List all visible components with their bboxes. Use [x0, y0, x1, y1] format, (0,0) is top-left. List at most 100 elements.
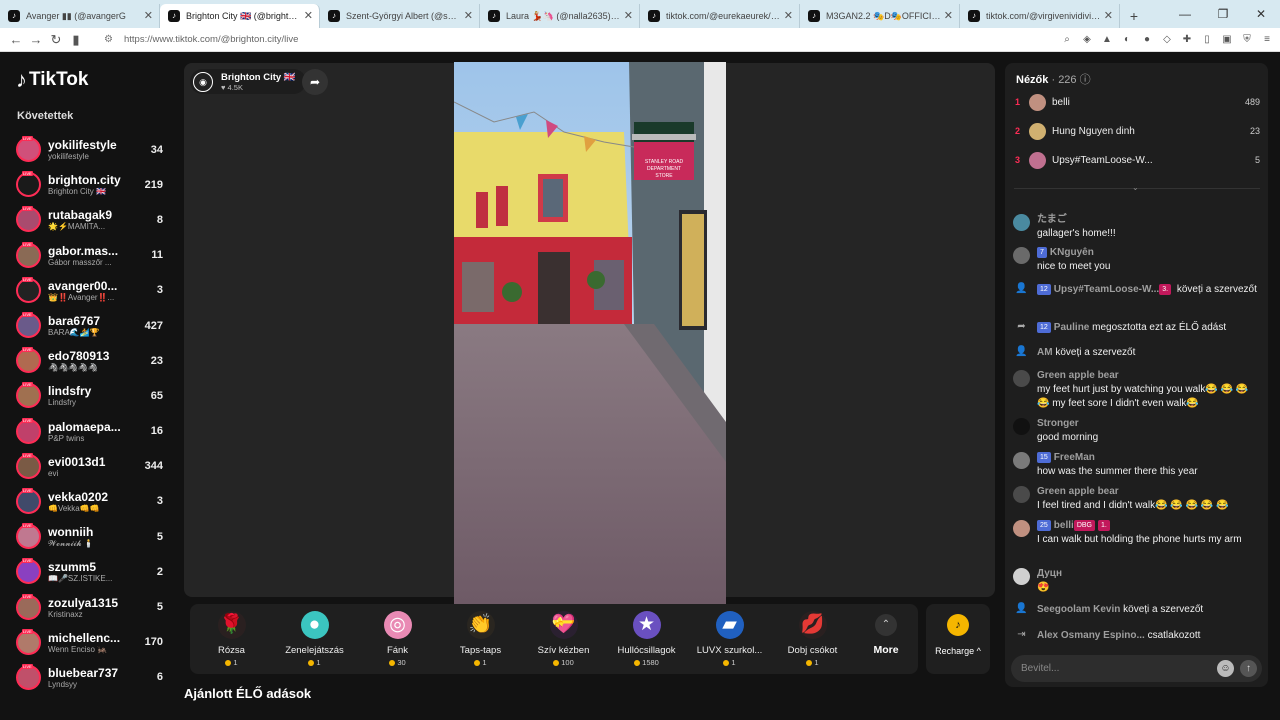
- following-name[interactable]: szumm5: [48, 560, 135, 574]
- tab-close-icon[interactable]: ✕: [944, 9, 953, 22]
- avatar[interactable]: LIVE: [16, 523, 41, 550]
- tab-close-icon[interactable]: ✕: [784, 9, 793, 22]
- message-user[interactable]: Stronger: [1037, 418, 1079, 429]
- following-item[interactable]: LIVE bara6767 BARA🌊🏄🏆 427: [16, 308, 163, 343]
- gift-item[interactable]: ◎ Fánk 30: [356, 604, 439, 674]
- gift-icon[interactable]: ◎: [383, 611, 412, 639]
- avatar[interactable]: [1013, 418, 1030, 435]
- host-info[interactable]: ◉ Brighton City 🇬🇧 ♥ 4.5K: [190, 69, 306, 94]
- tiktok-logo[interactable]: ♪ TikTok: [16, 66, 175, 94]
- avatar[interactable]: [1013, 568, 1030, 585]
- emoji-icon[interactable]: ☺: [1217, 660, 1234, 677]
- following-item[interactable]: LIVE zozulya1315 Kristinaxz 5: [16, 589, 163, 624]
- chat-input[interactable]: [1021, 663, 1217, 674]
- host-name[interactable]: Brighton City 🇬🇧: [221, 72, 296, 83]
- following-item[interactable]: LIVE palomaepa... P&P twins 16: [16, 414, 163, 449]
- following-name[interactable]: avanger00...: [48, 279, 135, 293]
- puzzle-icon[interactable]: ✚: [1180, 33, 1194, 47]
- gift-icon[interactable]: ●: [300, 611, 329, 639]
- sidebar-icon[interactable]: ▯: [1200, 33, 1214, 47]
- gift-icon[interactable]: ★: [632, 611, 661, 639]
- brave-shield-icon[interactable]: ◈: [1080, 33, 1094, 47]
- gift-item[interactable]: ● Zenelejátszás 1: [273, 604, 356, 674]
- live-video[interactable]: STANLEY ROAD DEPARTMENT STORE: [454, 62, 726, 604]
- avatar[interactable]: LIVE: [16, 382, 41, 409]
- top-viewer-name[interactable]: belli: [1052, 97, 1245, 108]
- site-info-icon[interactable]: ⚙: [104, 34, 118, 45]
- menu-icon[interactable]: ≡: [1260, 33, 1274, 47]
- tab-close-icon[interactable]: ✕: [304, 9, 313, 22]
- following-name[interactable]: rutabagak9: [48, 208, 135, 222]
- message-user[interactable]: Seegoolam Kevin: [1037, 604, 1120, 615]
- avatar[interactable]: LIVE: [16, 593, 41, 620]
- gift-item[interactable]: 💋 Dobj csókot 1: [771, 604, 854, 674]
- message-user[interactable]: Green apple bear: [1037, 370, 1119, 381]
- message-user[interactable]: belli: [1054, 520, 1074, 531]
- following-item[interactable]: LIVE brighton.city Brighton City 🇬🇧 219: [16, 167, 163, 202]
- send-icon[interactable]: ↑: [1240, 660, 1257, 677]
- following-name[interactable]: lindsfry: [48, 384, 135, 398]
- gift-icon[interactable]: 🌹: [217, 611, 246, 639]
- more-gifts[interactable]: ⌃ More: [854, 604, 918, 674]
- message-user[interactable]: Alex Osmany Espino...: [1037, 630, 1145, 641]
- rewards-icon[interactable]: ▲: [1100, 33, 1114, 47]
- following-name[interactable]: wonniih: [48, 525, 135, 539]
- message-user[interactable]: AM: [1037, 347, 1053, 358]
- avatar[interactable]: LIVE: [16, 136, 41, 163]
- top-viewer-row[interactable]: 2 Hung Nguyen dinh 23: [1015, 121, 1260, 141]
- zoom-icon[interactable]: ⌕: [1060, 33, 1074, 47]
- avatar[interactable]: LIVE: [16, 171, 41, 198]
- gift-item[interactable]: ▰ LUVX szurkol... 1: [688, 604, 771, 674]
- extension-icon[interactable]: ◇: [1160, 33, 1174, 47]
- top-viewer-row[interactable]: 3 Upsy#TeamLoose-W... 5: [1015, 150, 1260, 170]
- avatar[interactable]: LIVE: [16, 347, 41, 374]
- bookmark-icon[interactable]: ▮: [66, 32, 86, 48]
- avatar[interactable]: LIVE: [16, 417, 41, 444]
- url-field[interactable]: ⚙ https://www.tiktok.com/@brighton.city/…: [98, 31, 1048, 49]
- tab-close-icon[interactable]: ✕: [464, 9, 473, 22]
- browser-tab[interactable]: ♪ tiktok.com/@virgivenividivici/live ✕: [960, 4, 1120, 28]
- tab-close-icon[interactable]: ✕: [144, 9, 153, 22]
- top-viewer-row[interactable]: 1 belli 489: [1015, 92, 1260, 112]
- message-user[interactable]: FreeMan: [1054, 452, 1095, 463]
- browser-tab[interactable]: ♪ Laura 💃🏼🦄 (@nalla2635) ÉLŐ a✕: [480, 4, 640, 28]
- avatar[interactable]: [1013, 370, 1030, 387]
- restore-icon[interactable]: ❐: [1204, 7, 1242, 21]
- following-item[interactable]: LIVE edo780913 🦓🦓🦓🦓🦓 23: [16, 343, 163, 378]
- forward-icon[interactable]: →: [26, 32, 46, 47]
- following-name[interactable]: zozulya1315: [48, 596, 135, 610]
- host-avatar[interactable]: ◉: [193, 71, 213, 92]
- top-viewer-name[interactable]: Upsy#TeamLoose-W...: [1052, 155, 1255, 166]
- top-viewer-name[interactable]: Hung Nguyen dinh: [1052, 126, 1250, 137]
- avatar[interactable]: LIVE: [16, 452, 41, 479]
- recharge-button[interactable]: ♪ Recharge ^: [926, 604, 990, 674]
- avatar[interactable]: [1013, 452, 1030, 469]
- chevron-up-icon[interactable]: ⌃: [875, 614, 897, 636]
- following-item[interactable]: LIVE bluebear737 Lyndsyy 6: [16, 660, 163, 695]
- share-icon[interactable]: ➦: [302, 69, 328, 95]
- following-name[interactable]: gabor.mas...: [48, 244, 135, 258]
- following-name[interactable]: bara6767: [48, 314, 135, 328]
- avatar[interactable]: [1029, 93, 1046, 111]
- following-item[interactable]: LIVE wonniih 𝓦𝓸𝓷𝓷𝓲𝓲𝓱 🕯️ 5: [16, 519, 163, 554]
- browser-tab[interactable]: ♪ Avanger ▮▮ (@avangerG ✕: [0, 4, 160, 28]
- following-item[interactable]: LIVE avanger00... 👑‼️Avanger‼️... 3: [16, 273, 163, 308]
- reload-icon[interactable]: ↻: [46, 32, 66, 48]
- new-tab-button[interactable]: +: [1120, 4, 1148, 28]
- browser-tab[interactable]: ♪ tiktok.com/@eurekaeurek/live ✕: [640, 4, 800, 28]
- avatar[interactable]: LIVE: [16, 276, 41, 303]
- following-name[interactable]: edo780913: [48, 349, 135, 363]
- following-name[interactable]: palomaepa...: [48, 420, 135, 434]
- gift-icon[interactable]: 👏: [466, 611, 495, 639]
- following-name[interactable]: yokilifestyle: [48, 138, 135, 152]
- gift-icon[interactable]: 💝: [549, 611, 578, 639]
- following-name[interactable]: brighton.city: [48, 173, 135, 187]
- avatar[interactable]: LIVE: [16, 312, 41, 339]
- message-user[interactable]: Green apple bear: [1037, 486, 1119, 497]
- close-window-icon[interactable]: ✕: [1242, 7, 1280, 21]
- avatar[interactable]: [1029, 151, 1046, 169]
- following-name[interactable]: bluebear737: [48, 666, 135, 680]
- browser-tab[interactable]: ♪ Brighton City 🇬🇧 (@brighton.cit ✕: [160, 4, 320, 28]
- avatar[interactable]: [1013, 520, 1030, 537]
- avatar[interactable]: LIVE: [16, 206, 41, 233]
